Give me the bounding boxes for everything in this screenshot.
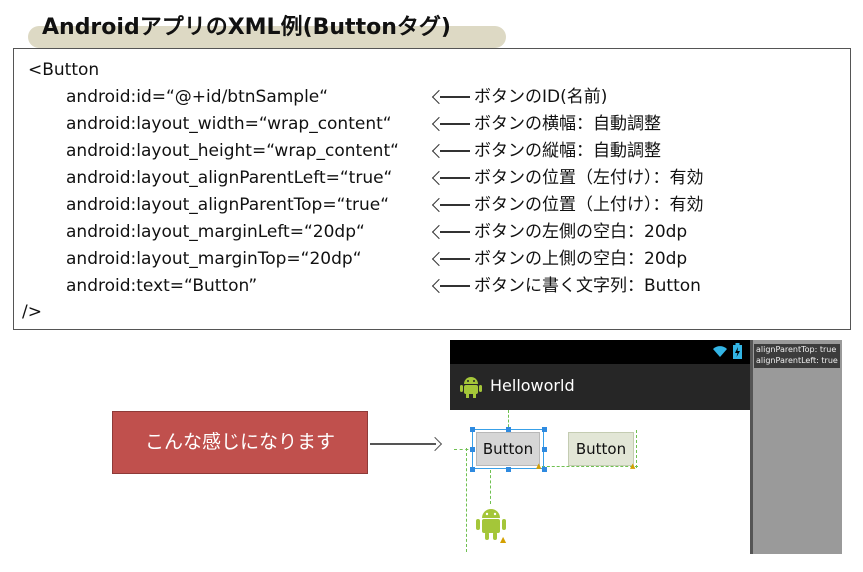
action-bar: Helloworld <box>450 364 750 410</box>
warning-icon: ▲ <box>536 462 542 470</box>
code-line-width: android:layout_width=“wrap_content“ <box>66 114 392 134</box>
sample-button[interactable]: Button <box>476 432 540 466</box>
resize-handle[interactable] <box>542 447 547 452</box>
resize-handle[interactable] <box>542 467 547 472</box>
slide-title: AndroidアプリのXML例(Buttonタグ) <box>42 15 451 40</box>
code-line-margin-top: android:layout_marginTop=“20dp“ <box>66 249 362 269</box>
left-arrow-icon <box>431 251 470 267</box>
code-open-tag: <Button <box>28 60 100 80</box>
comment-margin-left: ボタンの左側の空白：20dp <box>474 222 688 242</box>
resize-handle[interactable] <box>506 427 511 432</box>
comment-id: ボタンのID(名前) <box>474 87 608 107</box>
resize-handle[interactable] <box>542 427 547 432</box>
code-box: <Button android:id=“@+id/btnSample“ ボタンの… <box>13 48 851 330</box>
app-title: Helloworld <box>490 376 575 395</box>
status-bar <box>450 340 750 364</box>
wifi-icon <box>713 346 727 357</box>
comment-margin-top: ボタンの上側の空白：20dp <box>474 249 688 269</box>
left-arrow-icon <box>431 143 470 159</box>
svg-text:▲: ▲ <box>500 535 507 544</box>
second-button[interactable]: Button <box>568 432 634 466</box>
android-app-icon <box>460 377 482 398</box>
comment-width: ボタンの横幅：自動調整 <box>474 114 661 134</box>
left-arrow-icon <box>431 170 470 186</box>
resize-handle[interactable] <box>470 467 475 472</box>
android-preview: Helloworld Button ▲ Button ▲ ▲ alignPare… <box>450 340 842 554</box>
left-arrow-icon <box>431 89 470 105</box>
code-close-tag: /> <box>22 302 42 322</box>
left-arrow-icon <box>431 224 470 240</box>
left-arrow-icon <box>431 116 470 132</box>
prop-align-top: alignParentTop: true <box>756 345 837 354</box>
code-line-align-left: android:layout_alignParentLeft=“true“ <box>66 168 393 188</box>
phone-screen: Helloworld Button ▲ Button ▲ ▲ <box>450 340 753 554</box>
prop-align-left: alignParentLeft: true <box>756 356 838 365</box>
code-line-margin-left: android:layout_marginLeft=“20dp“ <box>66 222 365 242</box>
warning-icon: ▲ <box>630 462 636 470</box>
result-callout: こんな感じになります <box>112 411 368 474</box>
comment-height: ボタンの縦幅：自動調整 <box>474 141 661 161</box>
code-line-text: android:text=“Button” <box>66 276 258 296</box>
resize-handle[interactable] <box>470 447 475 452</box>
baseline-guide <box>542 466 638 467</box>
battery-icon <box>733 343 742 359</box>
comment-align-left: ボタンの位置（左付け）：有効 <box>474 168 704 188</box>
left-edge-guide <box>466 448 467 552</box>
comment-align-top: ボタンの位置（上付け）：有効 <box>474 195 704 215</box>
android-robot-icon: ▲ <box>476 509 507 544</box>
right-edge-guide <box>636 430 637 468</box>
slide-title-wrap: AndroidアプリのXML例(Buttonタグ) <box>28 12 506 48</box>
right-arrow-icon <box>370 436 443 452</box>
comment-text: ボタンに書く文字列：Button <box>474 276 701 296</box>
icon-guide <box>490 470 491 504</box>
code-line-height: android:layout_height=“wrap_content“ <box>66 141 399 161</box>
left-arrow-icon <box>431 197 470 213</box>
properties-panel: alignParentTop: true alignParentLeft: tr… <box>754 344 840 368</box>
code-line-id: android:id=“@+id/btnSample“ <box>66 87 329 107</box>
resize-handle[interactable] <box>506 467 511 472</box>
resize-handle[interactable] <box>470 427 475 432</box>
code-line-align-top: android:layout_alignParentTop=“true“ <box>66 195 390 215</box>
left-arrow-icon <box>431 278 470 294</box>
